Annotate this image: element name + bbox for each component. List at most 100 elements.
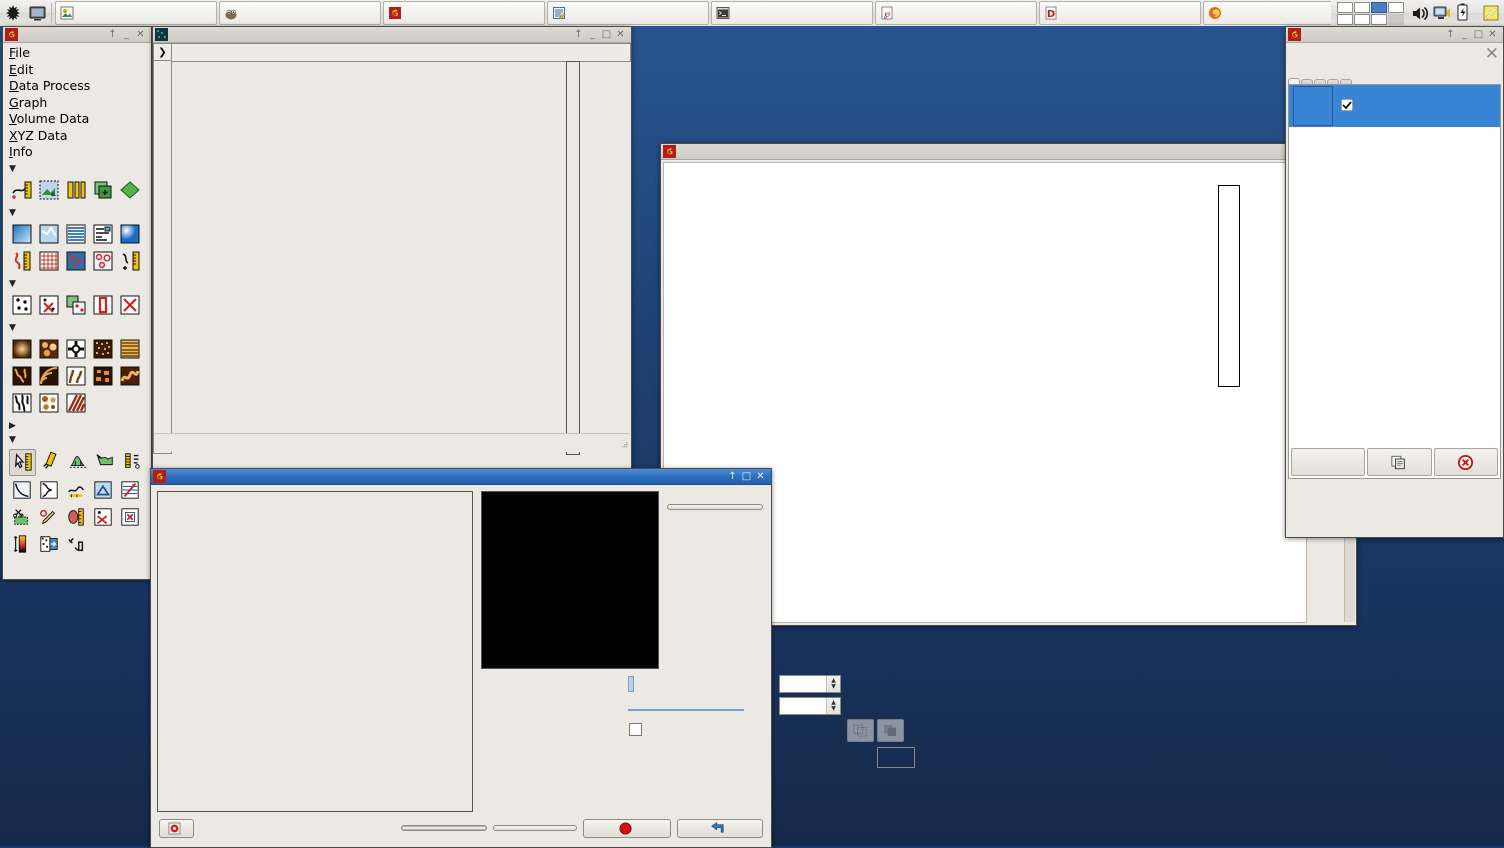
menu-volume-data[interactable]: Volume Data — [9, 111, 151, 128]
synth-columnar-icon[interactable] — [63, 337, 88, 362]
help-button[interactable] — [159, 819, 194, 838]
combine-mask-checkbox[interactable] — [629, 723, 642, 736]
task-button[interactable]: ℘ — [875, 1, 1037, 25]
color-range-icon[interactable] — [9, 532, 34, 557]
maximize-button[interactable]: □ — [1473, 29, 1484, 40]
mark-edges-icon[interactable] — [90, 293, 115, 318]
shade-button[interactable]: ↑ — [727, 471, 738, 482]
facet-level-icon[interactable] — [117, 178, 142, 203]
polynomial-level-icon[interactable] — [117, 222, 142, 247]
menu-file[interactable]: File — [9, 45, 151, 62]
task-button[interactable] — [547, 1, 709, 25]
task-button[interactable] — [711, 1, 873, 25]
section-mark[interactable]: ▼ — [3, 277, 151, 291]
workspace-pager[interactable] — [1337, 2, 1404, 25]
resize-grip-icon[interactable] — [619, 441, 628, 450]
3d-window-titlebar[interactable]: ↑ _ □ ✕ — [661, 144, 1356, 160]
list-item[interactable] — [1289, 85, 1500, 127]
scale-icon[interactable] — [63, 178, 88, 203]
workspace-8[interactable] — [1388, 14, 1404, 25]
grid-remove-icon[interactable] — [36, 249, 61, 274]
battery-icon[interactable] — [1454, 3, 1473, 23]
task-button[interactable] — [219, 1, 381, 25]
mark-button[interactable] — [401, 825, 487, 831]
find-maximum-button[interactable] — [667, 504, 763, 510]
grain-remove-icon[interactable] — [36, 293, 61, 318]
section-tip[interactable]: ▶ — [3, 419, 151, 433]
duplicate-icon[interactable] — [90, 178, 115, 203]
close-button[interactable]: ✕ — [615, 29, 626, 40]
facet-plane-size-input[interactable]: ▲▼ — [779, 675, 841, 693]
level-data-icon[interactable] — [9, 178, 34, 203]
shade-button[interactable]: ↑ — [1445, 29, 1456, 40]
close-button[interactable]: ✕ — [1487, 29, 1498, 40]
roughness-icon[interactable] — [36, 478, 61, 503]
crop-tool-icon[interactable] — [9, 505, 34, 530]
close-file-icon[interactable]: ✕ — [1485, 44, 1499, 64]
section-synthetic[interactable]: ▼ — [3, 321, 151, 335]
menu-info[interactable]: Info — [9, 144, 151, 161]
mark-facets-preview-image[interactable] — [157, 491, 473, 812]
ok-button[interactable] — [677, 819, 763, 838]
line-correct-icon[interactable] — [63, 222, 88, 247]
menu-edit[interactable]: Edit — [9, 62, 151, 79]
synth-spots-icon[interactable] — [36, 391, 61, 416]
menu-xyz-data[interactable]: XYZ Data — [9, 128, 151, 145]
workspace-2[interactable] — [1354, 2, 1370, 13]
task-button[interactable]: D — [1039, 1, 1201, 25]
crop-icon[interactable] — [36, 178, 61, 203]
facet-analysis-icon[interactable] — [117, 478, 142, 503]
app-menu-button[interactable] — [2, 2, 24, 24]
mask-select-icon[interactable] — [117, 505, 142, 530]
align-rows-icon[interactable] — [90, 222, 115, 247]
afm-data-image[interactable] — [172, 61, 564, 453]
workspace-1[interactable] — [1337, 2, 1353, 13]
mark-facets-titlebar[interactable]: ↑ □ ✕ — [151, 469, 771, 485]
color-gradient-bar[interactable] — [566, 61, 580, 455]
delete-icon[interactable] — [1434, 448, 1499, 476]
section-basic-ops[interactable]: ▼ — [3, 162, 151, 176]
section-tools[interactable]: ▼ — [3, 433, 151, 447]
spots-remove-icon[interactable] — [63, 249, 88, 274]
tolerance-input[interactable]: ▲▼ — [779, 697, 841, 715]
browser-titlebar[interactable]: ↑ _ □ ✕ — [1286, 27, 1503, 43]
grain-measure-icon[interactable] — [63, 505, 88, 530]
minimize-button[interactable]: _ — [121, 29, 132, 40]
synth-turing-icon[interactable] — [63, 391, 88, 416]
workspace-3[interactable] — [1371, 2, 1387, 13]
stats-icon[interactable] — [119, 449, 144, 474]
select-manager-icon[interactable] — [63, 532, 88, 557]
workspace-6[interactable] — [1354, 14, 1370, 25]
shade-button[interactable]: ↑ — [107, 29, 118, 40]
task-button[interactable] — [1203, 1, 1331, 25]
task-button[interactable] — [383, 1, 545, 25]
facet-orientation-plot[interactable] — [481, 491, 659, 669]
shade-button[interactable]: ↑ — [573, 29, 584, 40]
spectro-icon[interactable] — [92, 449, 117, 474]
mask-remove-icon[interactable] — [117, 293, 142, 318]
notes-icon[interactable] — [1481, 3, 1501, 23]
mask-layers-icon[interactable] — [63, 293, 88, 318]
holes-fill-icon[interactable] — [90, 249, 115, 274]
maximize-button[interactable]: □ — [601, 29, 612, 40]
menu-data-process[interactable]: Data Process — [9, 78, 151, 95]
duplicate-icon[interactable] — [1367, 448, 1432, 476]
synth-brownian-icon[interactable] — [117, 364, 142, 389]
zero-drift-icon[interactable] — [117, 249, 142, 274]
plane-level-icon[interactable] — [9, 222, 34, 247]
line-stats-icon[interactable] — [63, 478, 88, 503]
synth-fibres-icon[interactable] — [9, 391, 34, 416]
synth-waves-icon[interactable] — [36, 364, 61, 389]
menu-graph[interactable]: Graph — [9, 95, 151, 112]
synth-lattice-icon[interactable] — [9, 337, 34, 362]
grain-remove-tool-icon[interactable] — [90, 505, 115, 530]
minimize-button[interactable]: _ — [587, 29, 598, 40]
workspace-7[interactable] — [1371, 14, 1387, 25]
facet-plane-size-stepper[interactable]: ▲▼ — [826, 676, 840, 692]
network-icon[interactable] — [1432, 3, 1454, 23]
scars-remove-icon[interactable] — [36, 222, 61, 247]
synth-lines-icon[interactable] — [117, 337, 142, 362]
mark-grains-icon[interactable] — [9, 293, 34, 318]
mask-colour-swatch[interactable] — [877, 747, 915, 768]
sfunctions-icon[interactable] — [9, 478, 34, 503]
